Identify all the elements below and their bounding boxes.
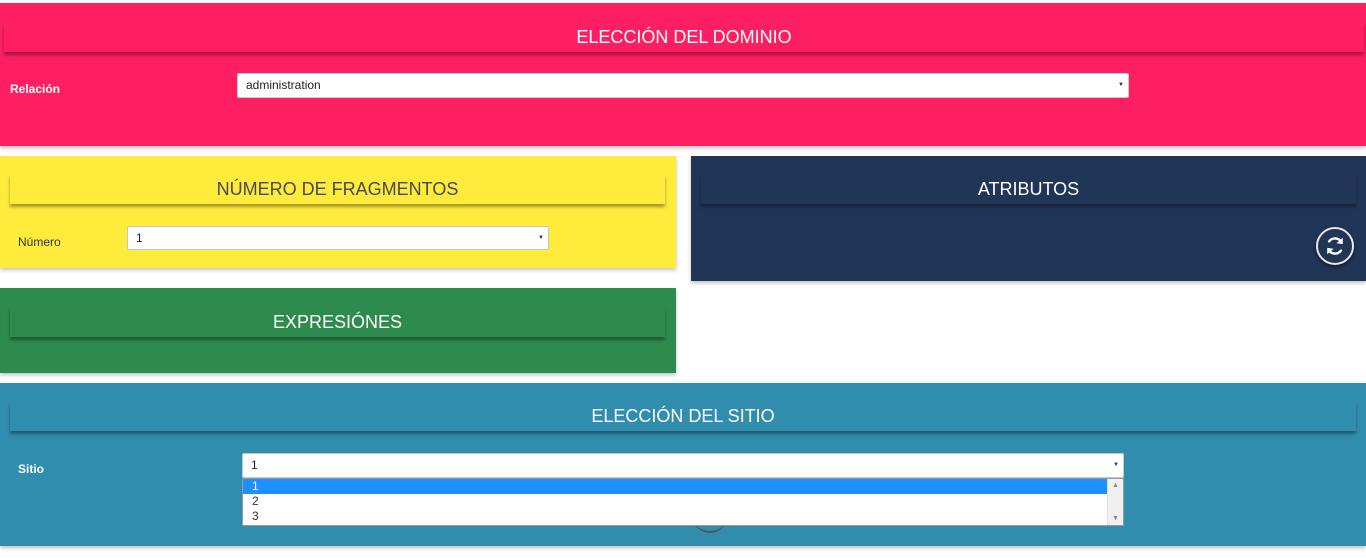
number-select-value: 1 [136,231,143,245]
relation-select-value: administration [246,78,321,92]
domain-selection-title: ELECCIÓN DEL DOMINIO [4,22,1364,52]
attributes-title: ATRIBUTOS [701,174,1356,204]
number-select[interactable]: 1 ▼ [127,226,549,250]
expressions-title: EXPRESIÓNES [10,307,665,337]
dropdown-arrow-icon: ▼ [1118,82,1124,88]
site-option[interactable]: 1 [243,479,1123,494]
site-options-list[interactable]: 1 2 3 ▲ ▼ [242,478,1124,526]
site-option[interactable]: 2 [243,494,1123,509]
site-select-value: 1 [251,458,258,472]
fragments-title: NÚMERO DE FRAGMENTOS [10,174,665,204]
scroll-down-icon[interactable]: ▼ [1108,515,1123,522]
site-select[interactable]: 1 ▼ [242,453,1124,478]
dropdown-arrow-icon: ▼ [1113,462,1119,468]
site-label: Sitio [18,462,44,476]
site-selection-panel: ELECCIÓN DEL SITIO Sitio 1 ▼ 1 2 3 ▲ ▼ [0,383,1366,546]
relation-select[interactable]: administration ▼ [237,73,1129,98]
site-option[interactable]: 3 [243,509,1123,524]
fragments-panel: NÚMERO DE FRAGMENTOS Número 1 ▼ [0,156,676,268]
domain-selection-panel: ELECCIÓN DEL DOMINIO Relación administra… [0,3,1366,146]
attributes-panel: ATRIBUTOS [691,156,1366,281]
relation-label: Relación [10,82,61,96]
site-selection-title: ELECCIÓN DEL SITIO [10,401,1356,431]
refresh-button[interactable] [1316,227,1354,265]
refresh-icon [1327,237,1343,255]
scroll-up-icon[interactable]: ▲ [1108,482,1123,489]
expressions-panel: EXPRESIÓNES [0,288,676,373]
number-label: Número [18,235,61,249]
dropdown-arrow-icon: ▼ [538,235,544,241]
site-options-scrollbar[interactable]: ▲ ▼ [1107,479,1123,525]
